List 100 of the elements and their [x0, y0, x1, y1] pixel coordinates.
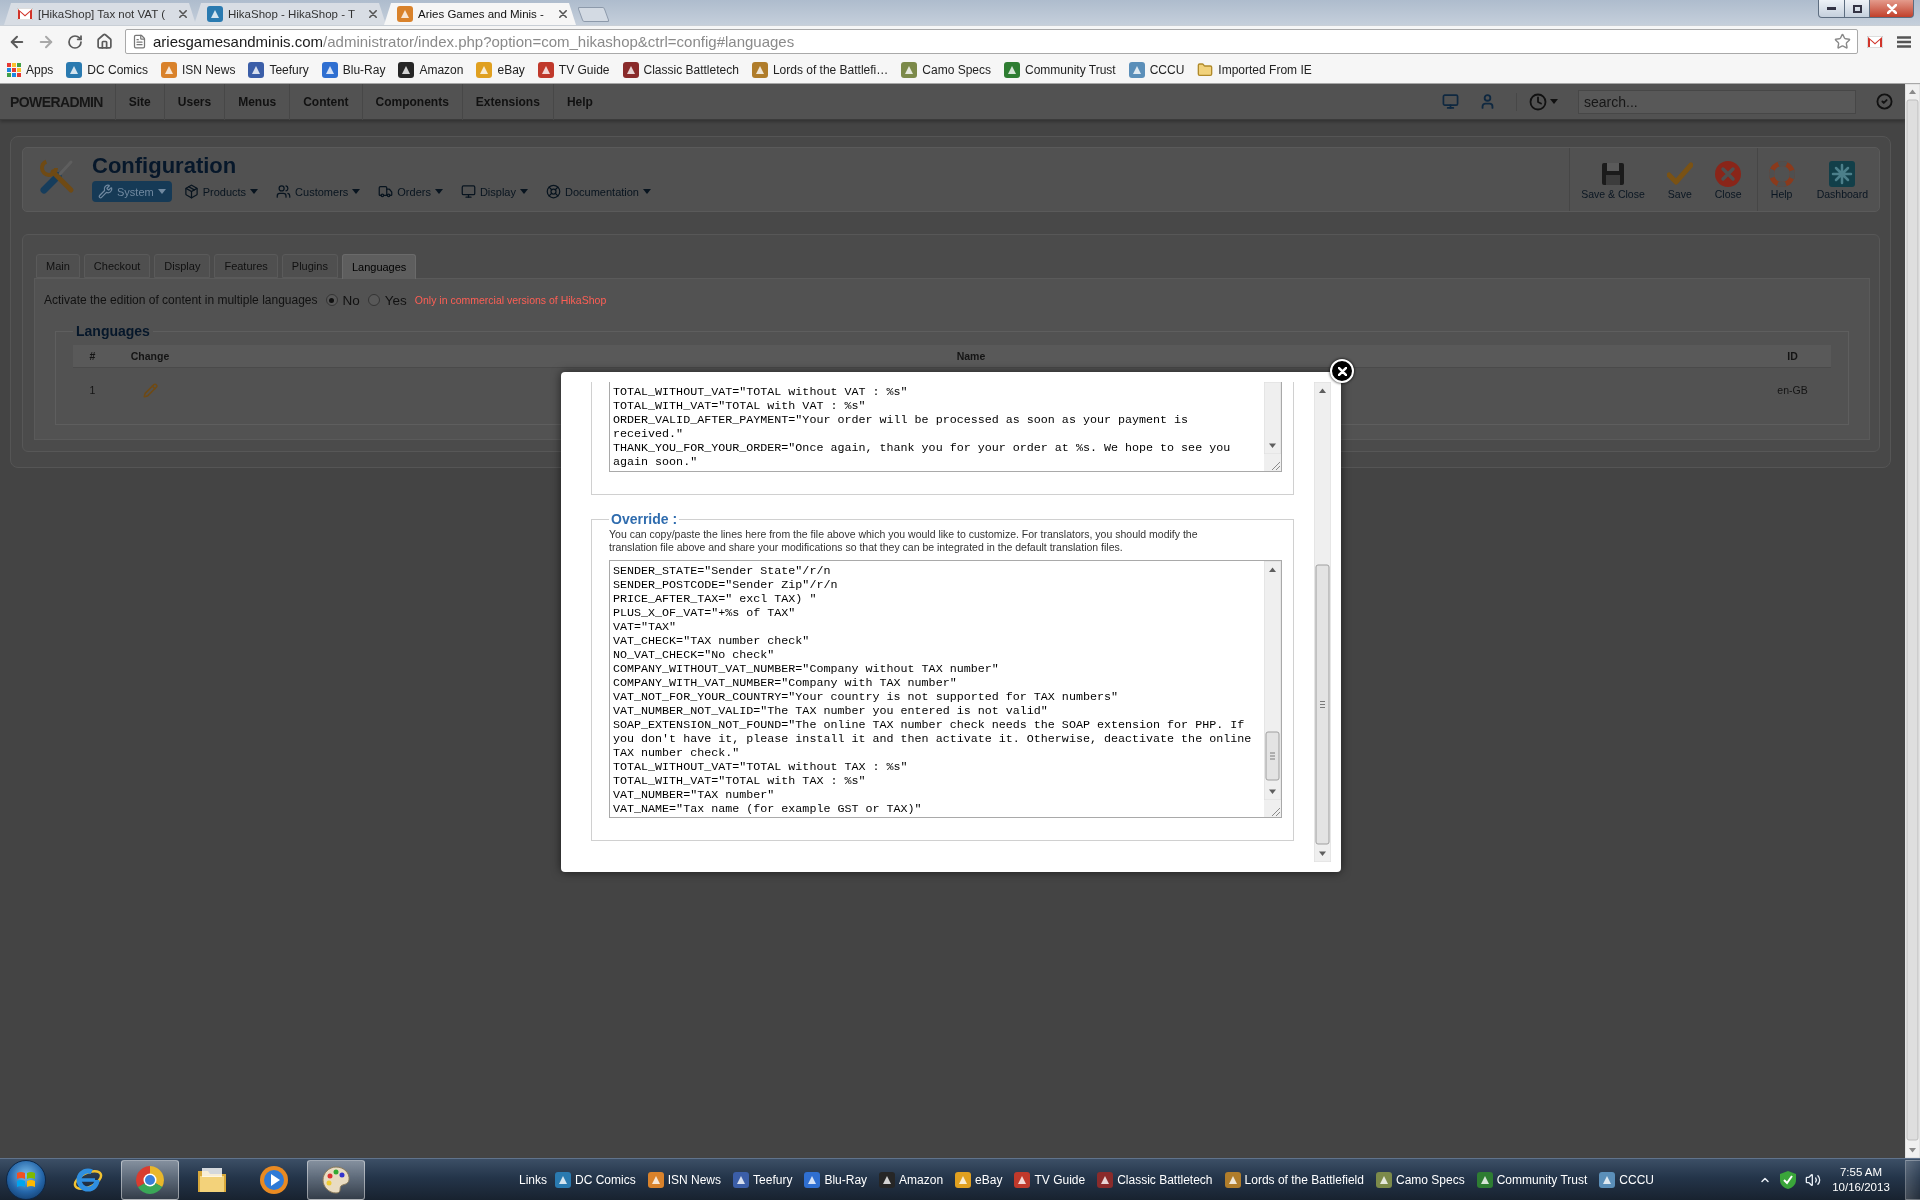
caret-icon	[520, 189, 528, 194]
bookmark-button[interactable]: Camo Specs	[899, 59, 993, 81]
home-icon[interactable]	[95, 33, 113, 50]
clock-time[interactable]: 7:55 AM	[1839, 1164, 1883, 1180]
favicon-icon	[207, 6, 223, 22]
close-icon[interactable]	[179, 10, 187, 18]
column-header: Name	[188, 345, 1754, 368]
favicon-icon	[555, 1171, 571, 1188]
favicon-icon	[955, 1171, 972, 1188]
bookmark-button[interactable]: Imported From IE	[1195, 59, 1314, 81]
favicon-icon	[622, 62, 639, 78]
browser-tab[interactable]: HikaShop - HikaShop - T	[194, 3, 386, 25]
browser-icon	[135, 1164, 165, 1195]
favicon-icon	[161, 62, 178, 78]
bookmark-button[interactable]: eBay	[474, 59, 527, 81]
favicon-icon	[1004, 62, 1020, 78]
bookmark-button[interactable]: Blu-Ray	[319, 59, 388, 81]
search-field[interactable]: search...	[1578, 89, 1856, 114]
shield-icon[interactable]	[1780, 1170, 1796, 1189]
taskbar-app-button[interactable]	[307, 1159, 365, 1200]
maximize-icon	[1852, 4, 1862, 13]
page-icon	[132, 34, 147, 49]
browser-tab[interactable]: [HikaShop] Tax not VAT (	[4, 3, 196, 25]
bookmark-button[interactable]: Classic Battletech	[620, 59, 741, 81]
taskbar-link[interactable]: Classic Battletech	[1097, 1171, 1213, 1188]
text-area-field[interactable]: TOTAL_WITHOUT_VAT="TOTAL without VAT : %s" TOTAL_WITH_VAT="TOTAL with VAT : %s" ORDER_VALID_AFTER_PAYMENT="Your order will be processed as soon as your payment is received." THANK_YOU_FOR_YOUR_ORDER="Once again, thank you for your order at %s. We hope to see you again soon."	[609, 382, 1282, 472]
check-circle-icon[interactable]	[1876, 93, 1893, 110]
taskbar-link[interactable]: Teefury	[733, 1171, 793, 1188]
column-header: #	[73, 345, 112, 368]
bookmark-button[interactable]: Amazon	[396, 59, 466, 81]
favicon-icon	[733, 1171, 750, 1188]
favicon-icon	[1128, 62, 1145, 78]
favicon-icon	[476, 62, 493, 78]
bookmark-button[interactable]: Lords of the Battlefi…	[749, 59, 891, 81]
bookmark-button[interactable]: Community Trust	[1002, 59, 1118, 81]
bookmark-button[interactable]: ISN News	[159, 59, 238, 81]
minimize-button[interactable]	[1818, 0, 1845, 18]
reload-icon[interactable]	[67, 33, 83, 50]
page-title: Configuration	[92, 153, 238, 179]
taskbar-link[interactable]: TV Guide	[1014, 1171, 1086, 1188]
taskbar-link[interactable]: ISN News	[647, 1171, 722, 1188]
box-icon	[183, 184, 199, 199]
bookmark-button[interactable]: Teefury	[246, 59, 311, 81]
page-scrollbar[interactable]	[1905, 84, 1920, 1158]
mail-icon	[1867, 35, 1883, 48]
clock-icon[interactable]	[1529, 92, 1547, 111]
taskbar-link[interactable]: CCCU	[1599, 1171, 1655, 1188]
table-cell-text: en-GB	[1776, 383, 1809, 398]
resize-grip-icon[interactable]	[1264, 454, 1281, 471]
favicon-icon	[397, 6, 413, 22]
radio-button[interactable]	[367, 294, 380, 306]
close-icon[interactable]	[559, 10, 567, 18]
address-field[interactable]: ariesgamesandminis.com/administrator/index.php?option=com_hikashop&ctrl=config#languages	[125, 29, 1858, 54]
taskbar-link[interactable]: eBay	[955, 1171, 1003, 1188]
speaker-icon[interactable]	[1805, 1171, 1821, 1188]
browser-tab[interactable]: Aries Games and Minis -	[384, 3, 576, 25]
favicon-icon	[66, 62, 83, 78]
taskbar-link[interactable]: Blu-Ray	[804, 1171, 868, 1188]
taskbar-link[interactable]: Amazon	[879, 1171, 944, 1188]
truck-icon	[378, 184, 394, 199]
flag-icon	[16, 1170, 36, 1189]
scrollbar[interactable]	[1314, 382, 1331, 862]
lifebuoy-icon	[546, 184, 561, 199]
favicon-icon	[647, 1171, 664, 1188]
minimize-icon	[1827, 7, 1836, 10]
taskbar-link[interactable]: Community Trust	[1476, 1171, 1588, 1188]
table-cell-text: 1	[88, 383, 97, 398]
close-icon[interactable]	[369, 10, 377, 18]
scrollbar[interactable]	[1264, 382, 1281, 454]
fieldset-legend: Override :	[609, 511, 680, 527]
star-icon[interactable]	[1834, 33, 1851, 50]
wrench-icon	[98, 184, 113, 199]
url-text: ariesgamesandminis.com/administrator/index.php?option=com_hikashop&ctrl=config#languages	[153, 33, 796, 50]
fieldset-legend: Languages	[73, 323, 153, 339]
menu-icon[interactable]	[1897, 35, 1911, 48]
toolbar-label: Links	[519, 1172, 547, 1187]
close-window-button[interactable]	[1869, 0, 1914, 18]
logo-text: POWERADMIN	[10, 93, 103, 110]
taskbar-link[interactable]: Camo Specs	[1375, 1171, 1465, 1188]
taskbar-app-button[interactable]	[121, 1159, 179, 1200]
dashboard-tile-icon	[1829, 161, 1856, 187]
lifebuoy-icon	[1768, 161, 1795, 187]
caret-icon	[157, 189, 166, 194]
bookmark-button[interactable]: Apps	[5, 59, 56, 81]
bookmark-button[interactable]: CCCU	[1126, 59, 1187, 81]
resize-grip-icon[interactable]	[1264, 800, 1281, 817]
radio-button[interactable]	[325, 294, 338, 306]
favicon-icon	[751, 62, 768, 78]
favicon-icon	[1097, 1171, 1114, 1188]
clock-date[interactable]: 10/16/2013	[1832, 1179, 1890, 1195]
scrollbar[interactable]	[1264, 561, 1281, 800]
show-desktop-button[interactable]	[1905, 1159, 1920, 1200]
maximize-button[interactable]	[1844, 0, 1870, 18]
taskbar-link[interactable]: Lords of the Battlefield	[1224, 1171, 1364, 1188]
taskbar-link[interactable]: DC Comics	[555, 1171, 636, 1188]
play-icon	[259, 1164, 289, 1195]
bookmark-button[interactable]: TV Guide	[535, 59, 612, 81]
text-area-field[interactable]: SENDER_STATE="Sender State"/r/n SENDER_POSTCODE="Sender Zip"/r/n PRICE_AFTER_TAX=" excl TAX) " PLUS_X_OF_VAT="+%s of TAX" VAT="TAX" VAT_CHECK="TAX number check" NO_VAT_CHECK="No check" COMPANY_WITHOUT_VAT_NUMBER="Company without TAX number" COMPANY_WITH_VAT_NUMBER="Company with TAX number" VAT_NOT_FOR_YOUR_COUNTRY="Your country is not supported for TAX numbers" VAT_NUMBER_NOT_VALID="The TAX number you entered is not valid" SOAP_EXTENSION_NOT_FOUND="The online TAX number check needs the SOAP extension for PHP. If you don't have it, please install it and then activate it. Otherwise, deactivate the online TAX number check." TOTAL_WITHOUT_VAT="TOTAL without TAX : %s" TOTAL_WITH_VAT="TOTAL with TAX : %s" VAT_NUMBER="TAX number" VAT_NAME="Tax name (for example GST or TAX)"	[609, 560, 1282, 818]
bookmark-button[interactable]: DC Comics	[64, 59, 151, 81]
start-button[interactable]	[6, 1159, 46, 1200]
